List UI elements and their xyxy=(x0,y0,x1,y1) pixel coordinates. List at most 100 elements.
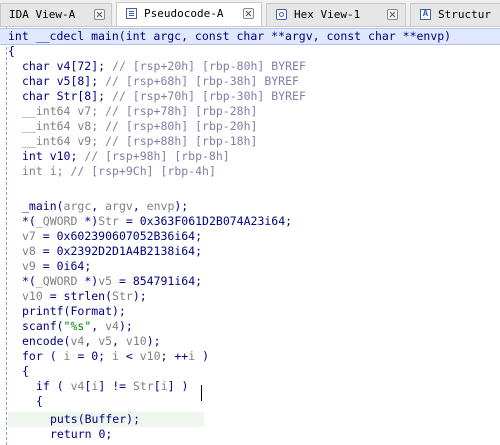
code-text: encode( xyxy=(22,334,71,348)
variable: envp xyxy=(146,199,175,213)
variable: Str xyxy=(112,289,133,303)
code-line[interactable]: char Str[8]; // [rsp+70h] [rbp-30h] BYRE… xyxy=(22,89,306,104)
document-icon xyxy=(126,8,137,19)
code-line[interactable]: { xyxy=(36,394,43,409)
code-text: ); xyxy=(146,334,161,348)
code-line[interactable]: __int64 v7; // [rsp+78h] [rbp-28h] xyxy=(22,104,257,119)
code-line[interactable]: return 0; xyxy=(50,427,112,442)
code-text: *) xyxy=(77,274,99,288)
pseudocode-view[interactable]: int __cdecl main(int argc, const char **… xyxy=(0,27,500,445)
code-text: = 0x363F061D2B074A23i64; xyxy=(118,214,293,228)
code-text: *( xyxy=(22,214,36,228)
code-text: = 854791i64; xyxy=(112,274,203,288)
code-line[interactable]: _main(argc, argv, envp); xyxy=(22,199,188,214)
comment: // [rsp+68h] [rbp-38h] BYREF xyxy=(105,74,299,88)
code-line[interactable]: scanf("%s", v4); xyxy=(22,319,133,334)
code-line[interactable]: *(_QWORD *)Str = 0x363F061D2B074A23i64; xyxy=(22,214,292,229)
code-text: puts(Buffer); xyxy=(50,412,141,426)
function-signature[interactable]: int __cdecl main(int argc, const char **… xyxy=(0,28,500,45)
code-text: ] != xyxy=(98,379,133,393)
variable: Str xyxy=(98,214,119,228)
variable: Str xyxy=(132,379,154,393)
code-text: ); xyxy=(132,289,147,303)
declaration: char v4[72]; xyxy=(22,59,113,73)
code-line[interactable]: int i; // [rsp+9Ch] [rbp-4h] xyxy=(22,164,216,179)
code-text: , xyxy=(91,199,106,213)
code-line[interactable]: for ( i = 0; i < v10; ++i ) xyxy=(22,349,209,364)
code-text: , xyxy=(84,334,99,348)
code-line[interactable]: __int64 v9; // [rsp+88h] [rbp-18h] xyxy=(22,134,257,149)
variable: v10 xyxy=(139,349,161,363)
code-text: _main( xyxy=(22,199,64,213)
text-cursor xyxy=(201,385,202,401)
tab-hex-view-1[interactable]: Hex View-1 xyxy=(266,3,406,26)
close-icon[interactable] xyxy=(243,8,254,19)
code-text: [ xyxy=(153,379,161,393)
variable: i xyxy=(112,349,119,363)
code-text: { xyxy=(36,394,43,408)
tab-label: Structur xyxy=(438,8,491,21)
code-text: < xyxy=(118,349,140,363)
variable: v4 xyxy=(70,334,85,348)
declaration: __int64 v9; xyxy=(22,134,106,148)
comment: // [rsp+88h] [rbp-18h] xyxy=(105,134,258,148)
tab-ida-view-a[interactable]: IDA View-A xyxy=(0,3,112,26)
declaration: int i; xyxy=(22,164,71,178)
comment: // [rsp+70h] [rbp-30h] BYREF xyxy=(112,89,306,103)
variable: v5 xyxy=(98,274,113,288)
type-name: _QWORD xyxy=(35,214,78,228)
variable: argv xyxy=(105,199,133,213)
comment: // [rsp+20h] [rbp-80h] BYREF xyxy=(112,59,306,73)
code-line[interactable]: char v4[72]; // [rsp+20h] [rbp-80h] BYRE… xyxy=(22,59,306,74)
declaration: char v5[8]; xyxy=(22,74,106,88)
comment: // [rsp+80h] [rbp-20h] xyxy=(105,119,258,133)
code-line[interactable]: __int64 v8; // [rsp+80h] [rbp-20h] xyxy=(22,119,257,134)
variable: v7 xyxy=(22,229,36,243)
code-text: = 0; xyxy=(70,349,113,363)
code-text: ] ) xyxy=(167,379,189,393)
code-text: ); xyxy=(174,199,189,213)
close-icon[interactable] xyxy=(387,9,398,20)
code-text: ) xyxy=(195,349,210,363)
code-text: int __cdecl main(int argc, const char **… xyxy=(8,29,452,43)
code-text: = 0x602390607052B36i64; xyxy=(35,229,203,243)
code-line[interactable]: char v5[8]; // [rsp+68h] [rbp-38h] BYREF xyxy=(22,74,299,89)
code-line[interactable]: printf(Format); xyxy=(22,304,126,319)
code-line[interactable]: if ( v4[i] != Str[i] ) xyxy=(36,379,188,394)
code-line[interactable]: v9 = 0i64; xyxy=(22,259,91,274)
tab-label: Hex View-1 xyxy=(294,8,361,21)
code-line[interactable]: *(_QWORD *)v5 = 854791i64; xyxy=(22,274,202,289)
variable: v10 xyxy=(22,289,43,303)
tab-structures[interactable]: A Structur xyxy=(410,3,500,26)
tab-label: IDA View-A xyxy=(9,8,76,21)
tab-pseudocode-a[interactable]: Pseudocode-A xyxy=(116,2,262,26)
code-text: = 0x2392D2D1A4B2138i64; xyxy=(35,244,203,258)
variable: i xyxy=(160,379,168,393)
code-line[interactable]: v10 = strlen(Str); xyxy=(22,289,147,304)
code-text: , xyxy=(132,199,147,213)
declaration: char Str[8]; xyxy=(22,89,113,103)
code-line[interactable]: { xyxy=(22,364,29,379)
comment: // [rsp+78h] [rbp-28h] xyxy=(105,104,258,118)
code-text: *) xyxy=(77,214,99,228)
code-line[interactable]: v7 = 0x602390607052B36i64; xyxy=(22,229,202,244)
code-line[interactable]: int v10; // [rsp+98h] [rbp-8h] xyxy=(22,149,230,164)
code-line[interactable]: v8 = 0x2392D2D1A4B2138i64; xyxy=(22,244,202,259)
code-text: { xyxy=(22,364,29,378)
code-line[interactable]: { xyxy=(8,44,15,59)
close-icon[interactable] xyxy=(94,9,105,20)
variable: v4 xyxy=(70,379,85,393)
hex-icon xyxy=(276,9,287,20)
declaration: __int64 v8; xyxy=(22,119,106,133)
code-text: = strlen( xyxy=(42,289,113,303)
code-line-current[interactable]: puts(Buffer); xyxy=(8,412,204,427)
code-text: *( xyxy=(22,274,36,288)
code-line[interactable]: encode(v4, v5, v10); xyxy=(22,334,161,349)
string-literal: "%s" xyxy=(63,319,92,333)
code-text: , xyxy=(91,319,106,333)
structures-icon: A xyxy=(420,9,431,20)
code-text: , xyxy=(112,334,126,348)
comment: // [rsp+98h] [rbp-8h] xyxy=(84,149,230,163)
code-text: scanf( xyxy=(22,319,64,333)
code-text: ; ++ xyxy=(160,349,189,363)
